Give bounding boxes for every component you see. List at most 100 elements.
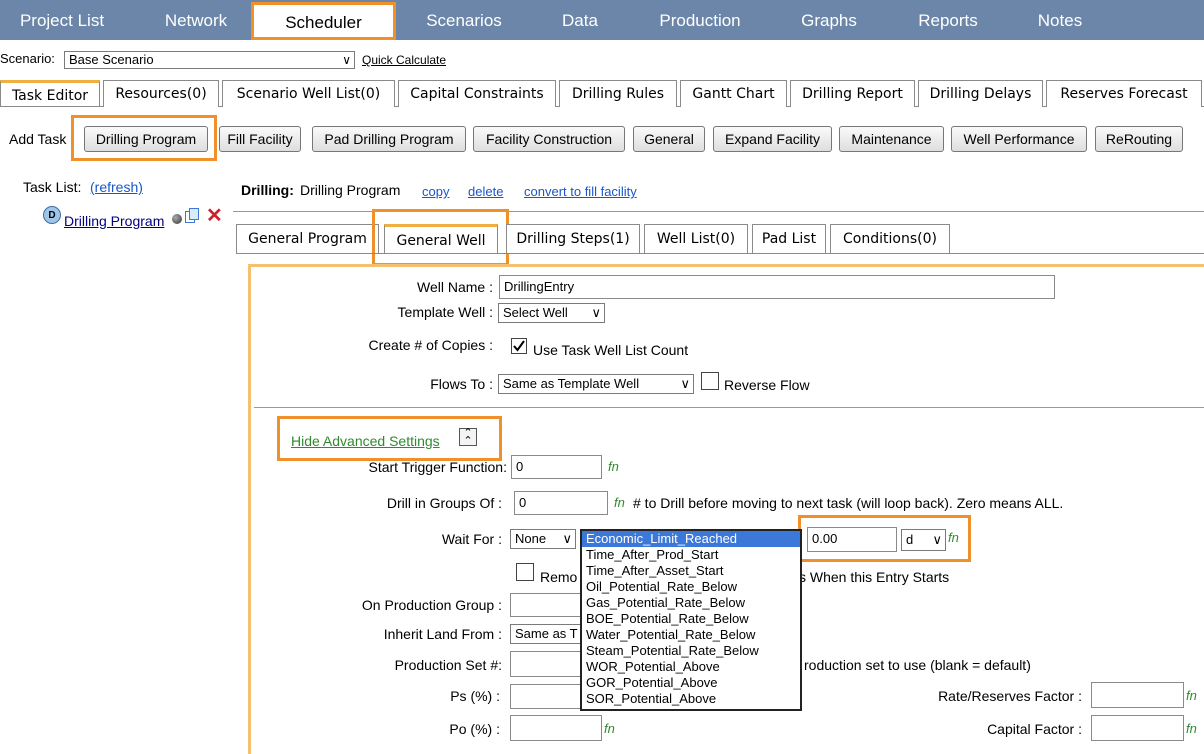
- maintenance-button[interactable]: Maintenance: [839, 126, 944, 152]
- po-input[interactable]: [510, 715, 602, 741]
- task-name: Drilling Program: [300, 182, 401, 198]
- delete-icon[interactable]: ✕: [206, 203, 223, 228]
- wait-amount-fn[interactable]: fn: [948, 530, 959, 545]
- subtab-conditions[interactable]: Conditions(0): [830, 224, 950, 254]
- rate-reserves-factor-input[interactable]: [1091, 682, 1184, 708]
- reverse-flow-checkbox[interactable]: [701, 372, 719, 390]
- collapse-icon[interactable]: ⌃ ⌃: [459, 428, 477, 447]
- dropdown-option[interactable]: SOR_Potential_Above: [582, 691, 800, 707]
- task-type-label: Drilling:: [241, 182, 294, 198]
- dropdown-option[interactable]: Steam_Potential_Rate_Below: [582, 643, 800, 659]
- dropdown-option[interactable]: Time_After_Asset_Start: [582, 563, 800, 579]
- tab-drilling-report[interactable]: Drilling Report: [790, 80, 915, 107]
- well-name-input[interactable]: DrillingEntry: [499, 275, 1055, 299]
- subtab-pad-list[interactable]: Pad List: [752, 224, 826, 254]
- nav-project-list[interactable]: Project List: [6, 0, 118, 40]
- po-fn[interactable]: fn: [604, 721, 615, 736]
- chevron-down-icon: ∨: [342, 53, 351, 67]
- remove-label-start: Remo: [540, 569, 578, 585]
- chevron-down-icon: ∨: [562, 531, 572, 546]
- chevron-down-icon: ∨: [591, 305, 601, 320]
- status-dot-icon[interactable]: [172, 214, 182, 224]
- dropdown-option[interactable]: GOR_Potential_Above: [582, 675, 800, 691]
- rerouting-button[interactable]: ReRouting: [1095, 126, 1183, 152]
- nav-reports[interactable]: Reports: [903, 0, 993, 40]
- drill-groups-input[interactable]: 0: [514, 491, 608, 515]
- quick-calculate-link[interactable]: Quick Calculate: [362, 53, 446, 67]
- nav-scheduler[interactable]: Scheduler: [251, 2, 396, 40]
- scenario-select[interactable]: Base Scenario ∨: [64, 51, 355, 69]
- general-button[interactable]: General: [633, 126, 705, 152]
- section-divider: [254, 407, 1204, 408]
- tab-gantt-chart[interactable]: Gantt Chart: [680, 80, 787, 107]
- wait-for-value: None: [515, 531, 547, 546]
- reverse-flow-label: Reverse Flow: [724, 377, 810, 393]
- subtab-general-well[interactable]: General Well: [384, 224, 498, 254]
- wait-amount-input[interactable]: 0.00: [807, 527, 897, 552]
- header-divider: [233, 211, 1204, 212]
- fill-facility-button[interactable]: Fill Facility: [219, 126, 301, 152]
- capital-factor-fn[interactable]: fn: [1186, 721, 1197, 736]
- drilling-badge-icon: D: [43, 206, 61, 224]
- dropdown-option[interactable]: Time_After_Prod_Start: [582, 547, 800, 563]
- use-task-well-list-checkbox[interactable]: [511, 338, 527, 354]
- tab-drilling-rules[interactable]: Drilling Rules: [559, 80, 677, 107]
- nav-production[interactable]: Production: [645, 0, 755, 40]
- nav-graphs[interactable]: Graphs: [788, 0, 870, 40]
- start-trigger-fn[interactable]: fn: [608, 459, 619, 474]
- pad-drilling-program-button[interactable]: Pad Drilling Program: [312, 126, 466, 152]
- production-set-note: roduction set to use (blank = default): [804, 657, 1031, 673]
- tab-drilling-delays[interactable]: Drilling Delays: [918, 80, 1043, 107]
- subtab-drilling-steps[interactable]: Drilling Steps(1): [506, 224, 640, 254]
- dropdown-option[interactable]: Gas_Potential_Rate_Below: [582, 595, 800, 611]
- well-performance-button[interactable]: Well Performance: [951, 126, 1087, 152]
- tab-task-editor[interactable]: Task Editor: [0, 80, 100, 107]
- wait-unit-select[interactable]: d ∨: [901, 529, 946, 551]
- drill-groups-fn[interactable]: fn: [614, 495, 625, 510]
- hide-advanced-settings-link[interactable]: Hide Advanced Settings: [291, 433, 440, 449]
- nav-notes[interactable]: Notes: [1025, 0, 1095, 40]
- copy-icon[interactable]: [185, 208, 199, 224]
- subtab-general-program[interactable]: General Program: [236, 224, 379, 254]
- dropdown-option[interactable]: Oil_Potential_Rate_Below: [582, 579, 800, 595]
- capital-factor-input[interactable]: [1091, 715, 1184, 741]
- start-trigger-label: Start Trigger Function:: [368, 459, 507, 475]
- nav-scenarios[interactable]: Scenarios: [410, 0, 518, 40]
- copy-link[interactable]: copy: [422, 184, 449, 199]
- dropdown-option[interactable]: WOR_Potential_Above: [582, 659, 800, 675]
- expand-facility-button[interactable]: Expand Facility: [713, 126, 832, 152]
- dropdown-option[interactable]: BOE_Potential_Rate_Below: [582, 611, 800, 627]
- drill-groups-note: # to Drill before moving to next task (w…: [633, 495, 1064, 511]
- wait-for-dropdown-list[interactable]: Economic_Limit_Reached Time_After_Prod_S…: [580, 529, 802, 711]
- refresh-link[interactable]: (refresh): [90, 179, 143, 195]
- flows-to-select[interactable]: Same as Template Well ∨: [498, 374, 694, 394]
- nav-data[interactable]: Data: [550, 0, 610, 40]
- inherit-land-select[interactable]: Same as T: [510, 624, 590, 644]
- remove-checkbox[interactable]: [516, 563, 534, 581]
- dropdown-option[interactable]: Economic_Limit_Reached: [582, 531, 800, 547]
- dropdown-option[interactable]: Water_Potential_Rate_Below: [582, 627, 800, 643]
- inherit-land-label: Inherit Land From :: [383, 626, 502, 642]
- start-trigger-input[interactable]: 0: [511, 455, 602, 479]
- nav-network[interactable]: Network: [150, 0, 242, 40]
- template-well-select[interactable]: Select Well ∨: [498, 303, 605, 323]
- wait-for-select[interactable]: None ∨: [510, 529, 576, 549]
- facility-construction-button[interactable]: Facility Construction: [473, 126, 625, 152]
- tab-capital-constraints[interactable]: Capital Constraints: [398, 80, 556, 107]
- convert-to-fill-facility-link[interactable]: convert to fill facility: [524, 184, 637, 199]
- ps-input[interactable]: [510, 684, 590, 709]
- task-list-label: Task List:: [23, 179, 82, 195]
- subtab-well-list[interactable]: Well List(0): [644, 224, 748, 254]
- task-item-drilling-program[interactable]: Drilling Program: [64, 213, 164, 229]
- inherit-land-value: Same as T: [515, 626, 578, 641]
- tab-resources[interactable]: Resources(0): [103, 80, 219, 107]
- drilling-program-button[interactable]: Drilling Program: [84, 126, 208, 152]
- production-set-input[interactable]: [510, 651, 590, 677]
- subtab-baseline: [236, 253, 1204, 254]
- delete-link[interactable]: delete: [468, 184, 503, 199]
- on-production-group-input[interactable]: [510, 593, 590, 617]
- tab-scenario-well-list[interactable]: Scenario Well List(0): [222, 80, 395, 107]
- tab-reserves-forecast[interactable]: Reserves Forecast: [1046, 80, 1202, 107]
- rate-reserves-fn[interactable]: fn: [1186, 688, 1197, 703]
- copies-label: Create # of Copies :: [368, 337, 493, 353]
